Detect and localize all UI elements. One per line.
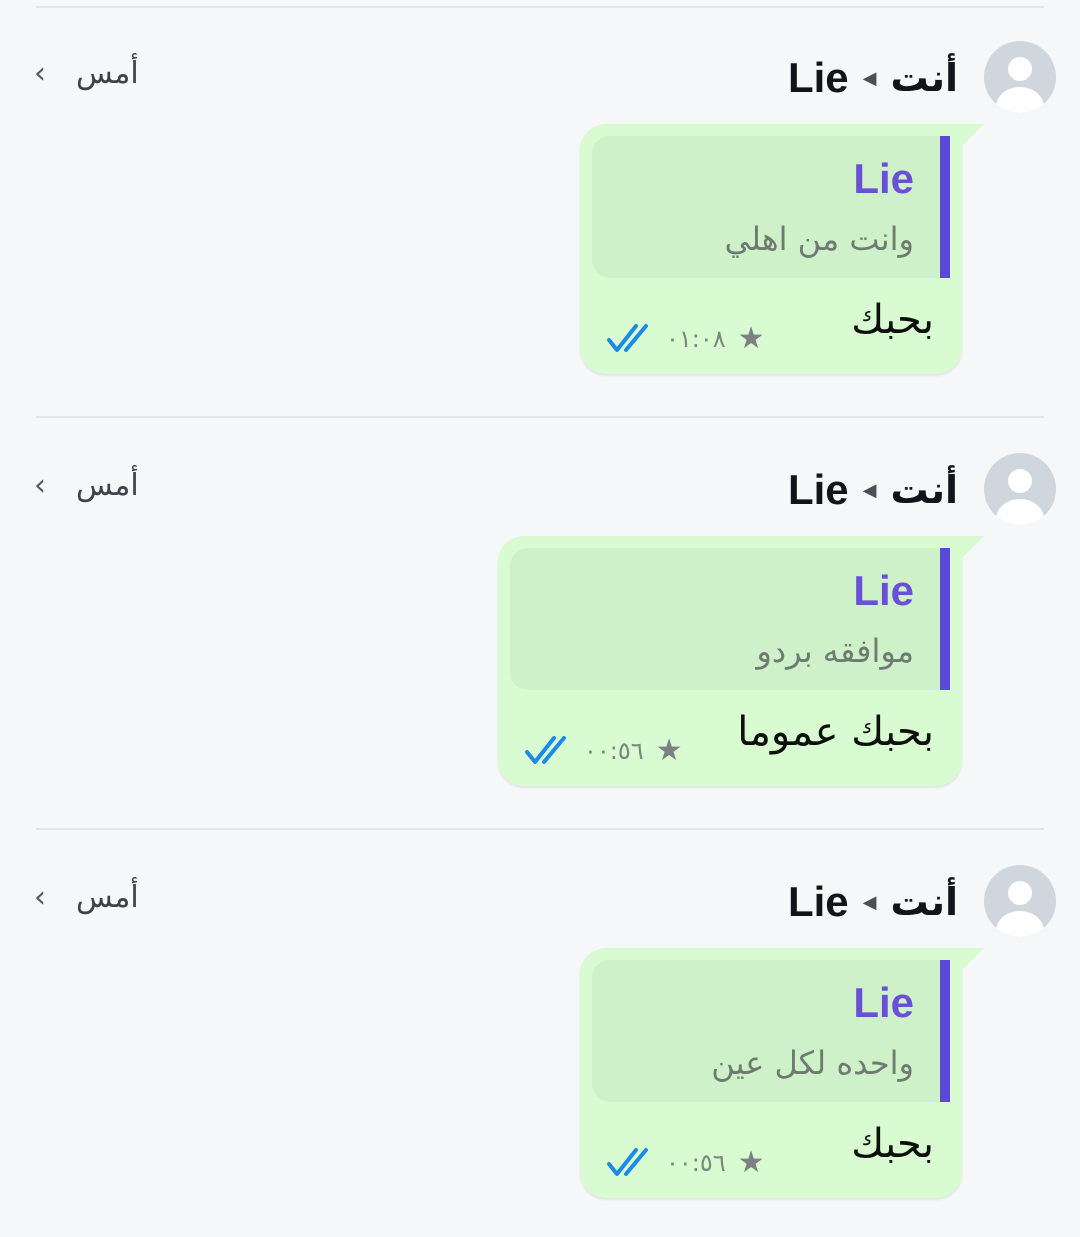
quoted-message[interactable]: Lie واحده لكل عين (592, 960, 950, 1102)
message-date: أمس (76, 880, 139, 915)
double-check-read-icon (607, 1148, 648, 1176)
left-triangle-icon: ◀ (862, 892, 877, 912)
message-time: ٠١:٠٨ (666, 325, 726, 353)
avatar-body (996, 499, 1044, 525)
left-triangle-icon: ◀ (862, 68, 877, 88)
message-header: Lie ◀ أنت (788, 460, 958, 520)
quoted-sender: Lie (853, 155, 914, 202)
message-meta: ٠١:٠٨ ★ (606, 322, 765, 356)
message-text: بحبك عموما (737, 709, 934, 755)
message-meta: ٠٠:٥٦ ★ (606, 1146, 765, 1180)
message-meta: ٠٠:٥٦ ★ (524, 734, 683, 768)
double-check-read-icon (525, 736, 566, 764)
chevron-left-icon: ‹ (34, 880, 46, 915)
quoted-text: موافقه بردو (756, 632, 914, 670)
double-check-read-icon (607, 324, 648, 352)
avatar[interactable] (984, 453, 1056, 525)
star-icon: ★ (737, 1145, 765, 1180)
avatar[interactable] (984, 41, 1056, 113)
bubble-tail (962, 124, 984, 146)
message-time: ٠٠:٥٦ (584, 737, 644, 765)
avatar-head (1008, 57, 1032, 81)
starred-message-entry[interactable]: Lie ◀ أنت ‹ أمس Lie وانت من اهلي بحبك ٠١… (0, 0, 1080, 412)
quote-bar (940, 136, 950, 278)
message-date: أمس (76, 56, 139, 91)
sender-name: أنت (890, 56, 958, 100)
chevron-left-icon: ‹ (34, 56, 46, 91)
quoted-sender: Lie (853, 567, 914, 614)
star-icon: ★ (655, 733, 683, 768)
quoted-message[interactable]: Lie موافقه بردو (510, 548, 950, 690)
avatar[interactable] (984, 865, 1056, 937)
message-bubble[interactable]: Lie واحده لكل عين بحبك ٠٠:٥٦ ★ (580, 948, 984, 1198)
quote-bar (940, 960, 950, 1102)
contact-name: Lie (787, 878, 849, 925)
starred-message-entry[interactable]: Lie ◀ أنت ‹ أمس Lie واحده لكل عين بحبك ٠… (0, 824, 1080, 1236)
message-text: بحبك (851, 297, 934, 343)
left-triangle-icon: ◀ (862, 480, 877, 500)
message-date-link[interactable]: ‹ أمس (34, 464, 139, 508)
quoted-message[interactable]: Lie وانت من اهلي (592, 136, 950, 278)
message-bubble[interactable]: Lie وانت من اهلي بحبك ٠١:٠٨ ★ (580, 124, 984, 374)
starred-message-entry[interactable]: Lie ◀ أنت ‹ أمس Lie موافقه بردو بحبك عمو… (0, 412, 1080, 824)
message-bubble[interactable]: Lie موافقه بردو بحبك عموما ٠٠:٥٦ ★ (498, 536, 984, 786)
star-icon: ★ (737, 321, 765, 356)
message-header: Lie ◀ أنت (788, 872, 958, 932)
avatar-head (1008, 881, 1032, 905)
quoted-text: واحده لكل عين (711, 1044, 914, 1082)
sender-name: أنت (890, 468, 958, 512)
message-date: أمس (76, 468, 139, 503)
bubble-tail (962, 536, 984, 558)
avatar-head (1008, 469, 1032, 493)
avatar-body (996, 911, 1044, 937)
quoted-text: وانت من اهلي (724, 220, 914, 258)
chevron-left-icon: ‹ (34, 468, 46, 503)
contact-name: Lie (787, 466, 849, 513)
message-date-link[interactable]: ‹ أمس (34, 876, 139, 920)
message-header: Lie ◀ أنت (788, 48, 958, 108)
avatar-body (996, 87, 1044, 113)
message-text: بحبك (851, 1121, 934, 1167)
sender-name: أنت (890, 880, 958, 924)
bubble-tail (962, 948, 984, 970)
quoted-sender: Lie (853, 979, 914, 1026)
message-time: ٠٠:٥٦ (666, 1149, 726, 1177)
quote-bar (940, 548, 950, 690)
message-date-link[interactable]: ‹ أمس (34, 52, 139, 96)
contact-name: Lie (787, 54, 849, 101)
